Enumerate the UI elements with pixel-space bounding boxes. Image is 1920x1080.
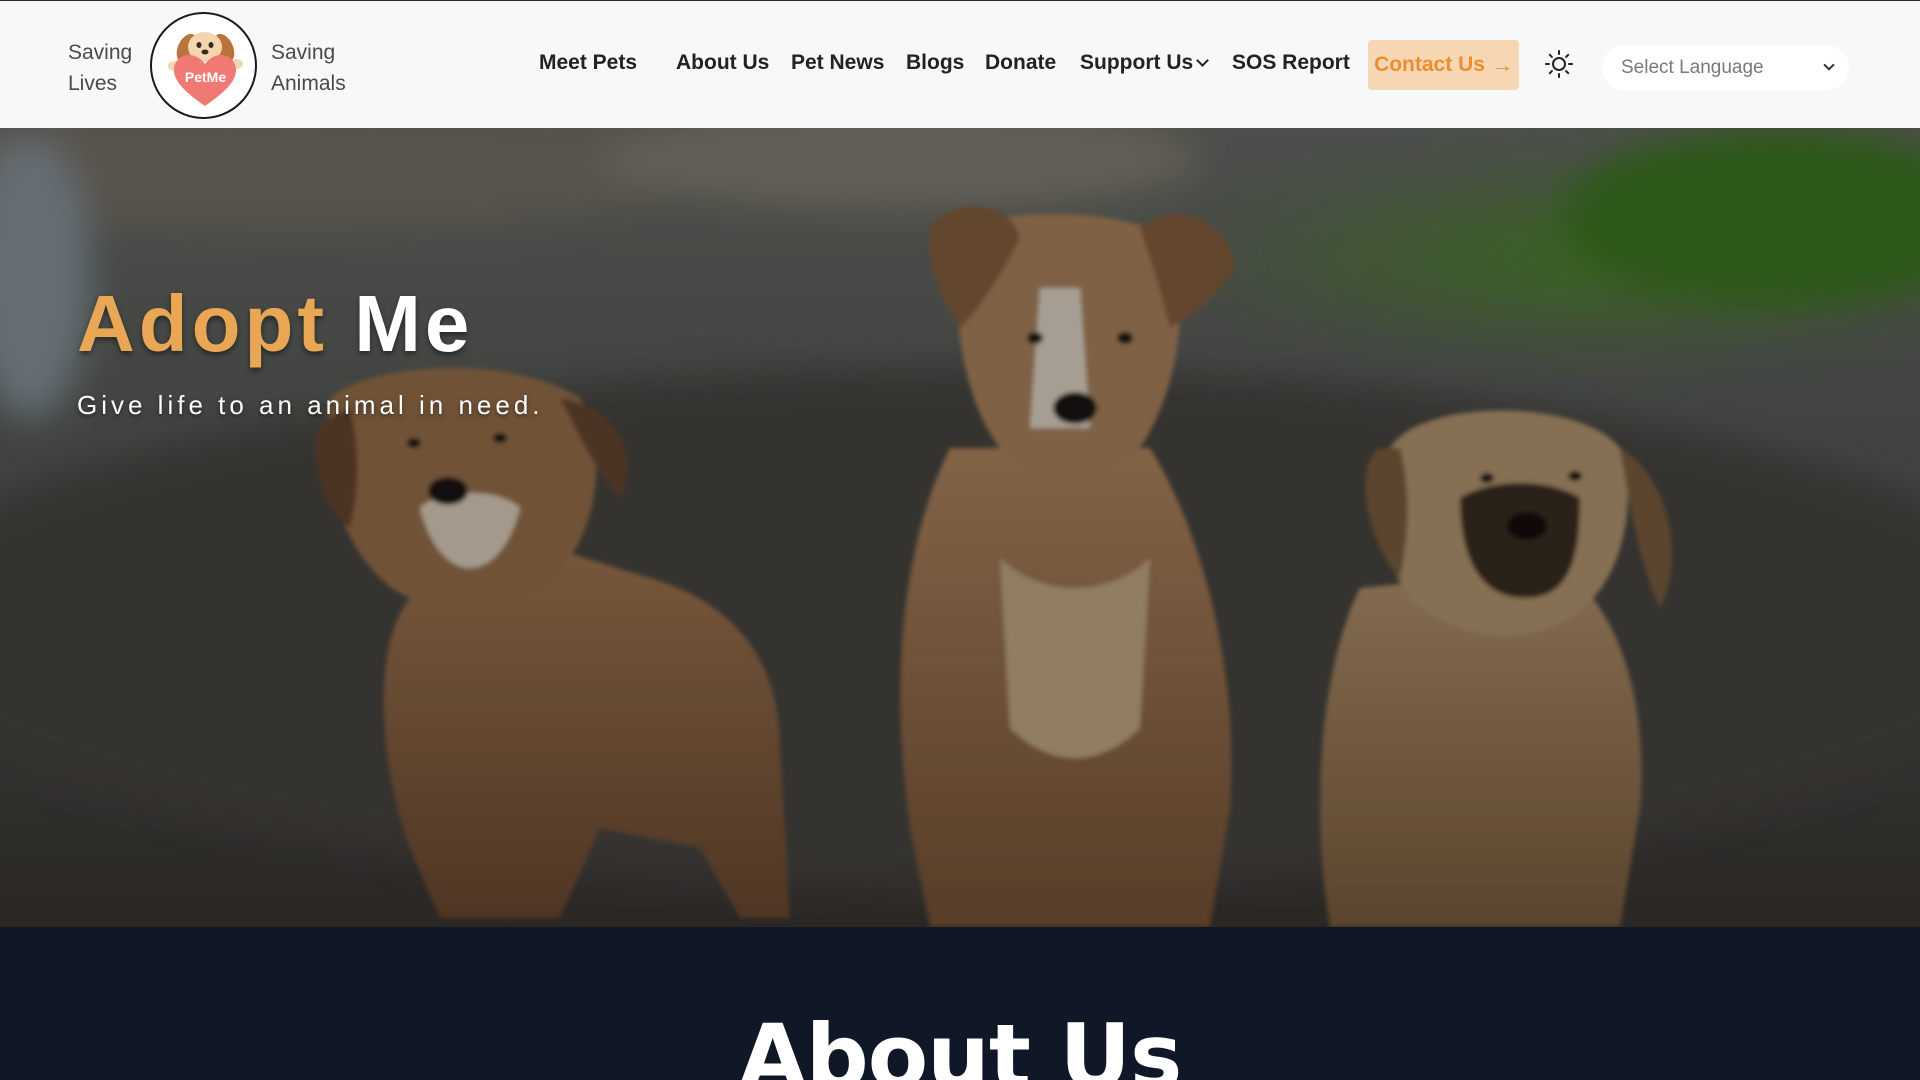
nav-support-us-label: Support Us xyxy=(1080,51,1194,74)
hero-title: Adopt Me xyxy=(77,284,473,364)
tagline-saving-animals: Saving Animals xyxy=(271,37,346,99)
nav-about-us[interactable]: About Us xyxy=(676,51,769,75)
hero-subtitle: Give life to an animal in need. xyxy=(77,390,544,420)
tagline-line: Animals xyxy=(271,72,346,95)
nav-sos-report[interactable]: SOS Report xyxy=(1232,51,1350,75)
language-select-placeholder: Select Language xyxy=(1621,56,1764,78)
tagline-line: Lives xyxy=(68,72,118,95)
tagline-line: Saving xyxy=(271,41,336,64)
hero-puppies-image xyxy=(0,128,1920,927)
contact-us-label: Contact Us xyxy=(1374,53,1485,76)
tagline-saving-lives: Saving Lives xyxy=(68,37,132,99)
nav-pet-news[interactable]: Pet News xyxy=(791,51,884,75)
tagline-line: Saving xyxy=(68,41,133,64)
site-header: Saving Lives PetMe Saving Animals Meet P… xyxy=(0,0,1920,128)
about-title: About Us xyxy=(738,1005,1183,1080)
language-select[interactable]: Select Language xyxy=(1602,45,1849,90)
hero-title-word-me: Me xyxy=(354,279,474,368)
dog-heart-logo-icon xyxy=(168,32,243,106)
about-section: About Us xyxy=(0,927,1920,1080)
hero-title-word-adopt: Adopt xyxy=(77,279,329,368)
chevron-down-icon xyxy=(1196,54,1210,67)
logo-text: PetMe xyxy=(184,69,227,85)
chevron-down-icon xyxy=(1823,59,1835,71)
petme-logo[interactable]: PetMe xyxy=(150,12,257,119)
nav-blogs[interactable]: Blogs xyxy=(906,51,964,75)
contact-us-button[interactable]: Contact Us → xyxy=(1368,40,1519,90)
sun-icon xyxy=(1545,50,1573,78)
nav-donate[interactable]: Donate xyxy=(985,51,1056,75)
arrow-right-icon: → xyxy=(1491,53,1513,77)
hero-section: Adopt Me Give life to an animal in need. xyxy=(0,128,1920,927)
nav-meet-pets[interactable]: Meet Pets xyxy=(539,51,637,75)
theme-toggle-button[interactable] xyxy=(1544,49,1574,79)
nav-support-us[interactable]: Support Us xyxy=(1080,51,1210,75)
